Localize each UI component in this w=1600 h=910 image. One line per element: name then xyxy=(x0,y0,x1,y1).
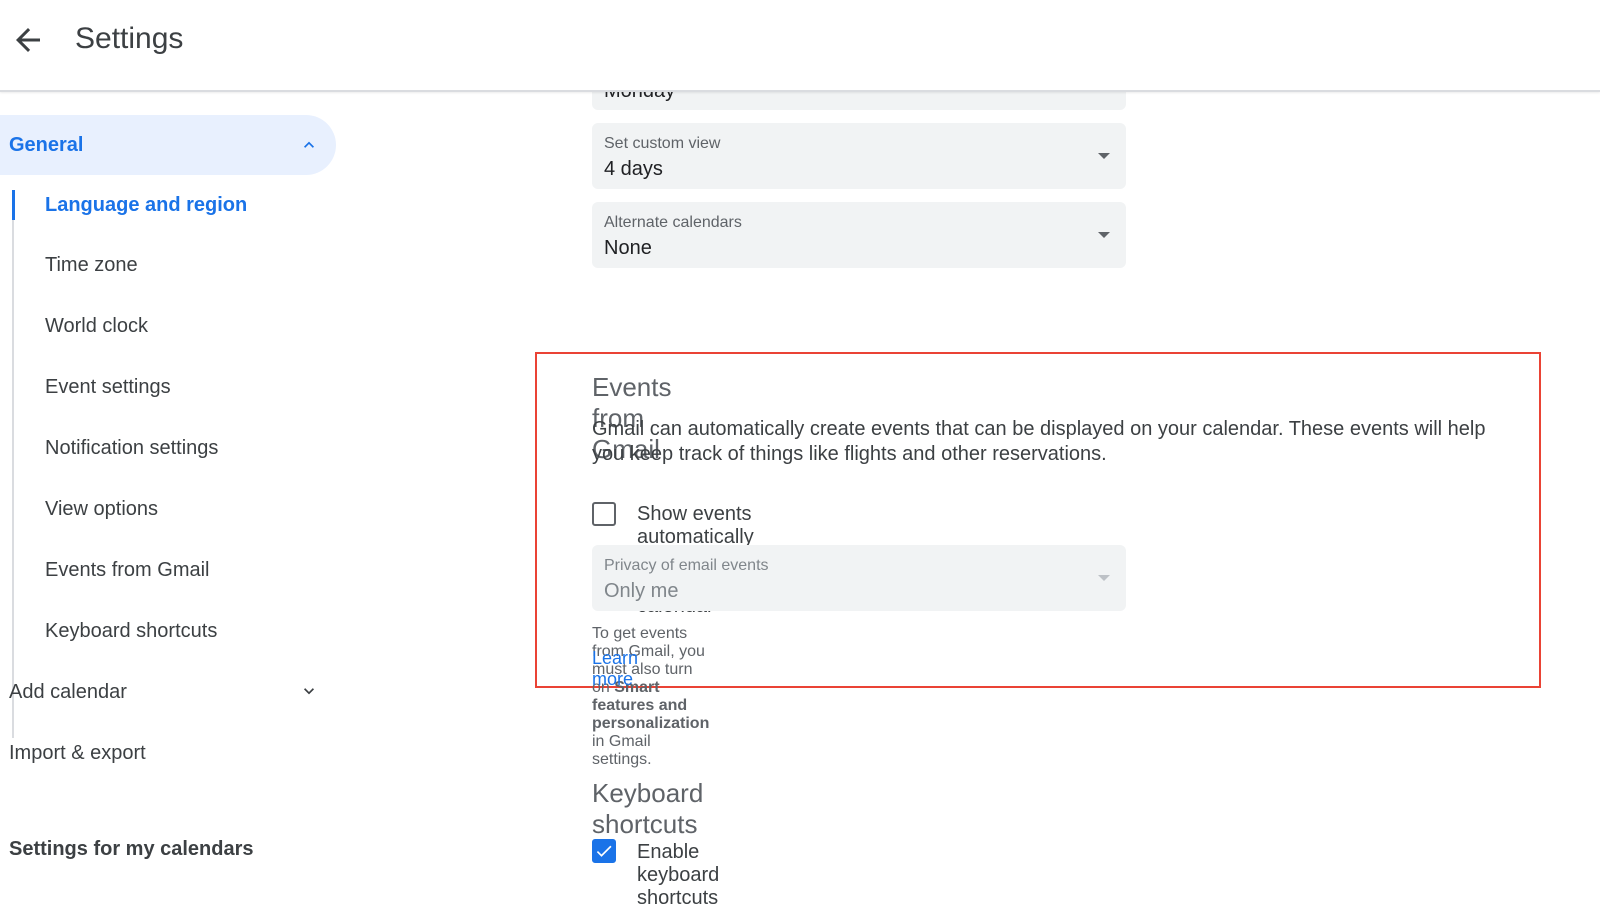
sidebar-item-event-settings[interactable]: Event settings xyxy=(45,376,171,399)
sidebar-item-label: Add calendar xyxy=(9,681,127,703)
page-title: Settings xyxy=(75,22,184,55)
sidebar-item-world-clock[interactable]: World clock xyxy=(45,315,148,338)
checkmark-icon xyxy=(596,845,612,857)
custom-view-select[interactable]: Set custom view 4 days xyxy=(592,123,1126,189)
gmail-note: To get events from Gmail, you must also … xyxy=(592,625,709,769)
privacy-email-events-select[interactable]: Privacy of email events Only me xyxy=(592,545,1126,611)
select-label: Set custom view xyxy=(604,135,721,152)
section-title-keyboard-shortcuts: Keyboard shortcuts xyxy=(592,778,704,839)
sidebar-item-add-calendar[interactable]: Add calendar xyxy=(9,681,329,704)
dropdown-arrow-icon xyxy=(1098,575,1110,581)
header: Settings xyxy=(0,0,1600,92)
sidebar-item-keyboard-shortcuts[interactable]: Keyboard shortcuts xyxy=(45,620,217,643)
sidebar-item-import-export[interactable]: Import & export xyxy=(9,742,146,765)
show-gmail-events-checkbox[interactable] xyxy=(592,502,616,526)
sidebar-item-label: General xyxy=(9,134,84,156)
select-value: None xyxy=(604,237,652,259)
back-button[interactable] xyxy=(10,22,46,58)
select-label: Privacy of email events xyxy=(604,557,769,574)
chevron-down-icon[interactable] xyxy=(299,681,319,701)
sidebar-item-notification-settings[interactable]: Notification settings xyxy=(45,437,218,460)
arrow-back-icon xyxy=(16,28,40,52)
learn-more-link[interactable]: Learn more xyxy=(592,648,638,690)
select-label: Alternate calendars xyxy=(604,214,742,231)
section-description: Gmail can automatically create events th… xyxy=(592,418,1486,465)
sidebar-item-time-zone[interactable]: Time zone xyxy=(45,254,138,277)
chevron-up-icon[interactable] xyxy=(299,135,319,155)
sidebar-item-language-and-region[interactable]: Language and region xyxy=(45,194,247,217)
sidebar: General Language and region Time zone Wo… xyxy=(0,90,360,900)
select-value: 4 days xyxy=(604,158,663,180)
sidebar-item-general[interactable]: General xyxy=(0,115,336,175)
sidebar-item-settings-for-my-calendars[interactable]: Settings for my calendars xyxy=(9,838,254,861)
alternate-calendars-select[interactable]: Alternate calendars None xyxy=(592,202,1126,268)
select-value: Only me xyxy=(604,580,679,602)
sidebar-item-events-from-gmail[interactable]: Events from Gmail xyxy=(45,559,209,582)
active-indicator xyxy=(12,190,15,220)
note-text: in Gmail settings. xyxy=(592,733,652,768)
sidebar-item-view-options[interactable]: View options xyxy=(45,498,158,521)
dropdown-arrow-icon xyxy=(1098,153,1110,159)
dropdown-arrow-icon xyxy=(1098,232,1110,238)
sub-nav-line xyxy=(12,190,14,738)
enable-keyboard-shortcuts-checkbox[interactable] xyxy=(592,839,616,863)
